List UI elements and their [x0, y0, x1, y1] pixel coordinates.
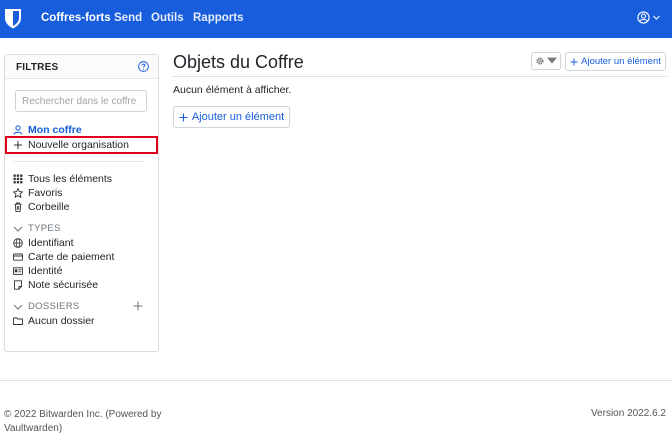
filter-my-vault[interactable]: Mon coffre	[13, 124, 82, 136]
vault-search-input[interactable]	[15, 90, 147, 112]
add-item-label: Ajouter un élément	[191, 111, 285, 123]
filter-all-items-label: Tous les éléments	[28, 173, 113, 185]
page-title: Objets du Coffre	[173, 52, 304, 72]
filter-type-secure-note[interactable]: Note sécurisée	[13, 279, 98, 291]
filter-type-card-label: Carte de paiement	[28, 251, 115, 263]
globe-icon	[13, 238, 23, 248]
add-folder-plus-icon[interactable]	[133, 301, 143, 311]
account-menu[interactable]	[637, 11, 660, 24]
filter-my-vault-label: Mon coffre	[28, 124, 82, 136]
gear-icon	[536, 57, 544, 65]
filter-type-identity[interactable]: Identité	[13, 265, 62, 277]
add-item-top-button[interactable]: Ajouter un élément	[565, 52, 666, 71]
filter-no-folder[interactable]: Aucun dossier	[13, 315, 95, 327]
plus-icon	[570, 58, 578, 65]
filter-no-folder-label: Aucun dossier	[28, 315, 95, 327]
folder-icon	[13, 317, 23, 325]
credit-card-icon	[13, 253, 23, 261]
filter-type-login[interactable]: Identifiant	[13, 237, 74, 249]
filter-favorites[interactable]: Favoris	[13, 187, 62, 199]
filters-divider	[13, 161, 143, 162]
title-divider	[172, 76, 667, 77]
nav-tools[interactable]: Outils	[151, 12, 184, 24]
filter-type-card[interactable]: Carte de paiement	[13, 251, 114, 263]
filters-header: FILTRES	[5, 55, 158, 79]
nav-reports[interactable]: Rapports	[193, 12, 243, 24]
filter-trash-label: Corbeille	[28, 201, 70, 213]
empty-state-message: Aucun élément à afficher.	[173, 84, 292, 96]
account-circle-icon	[637, 11, 650, 24]
vault-options-button[interactable]	[531, 52, 561, 70]
footer-version: Version 2022.6.2	[590, 408, 666, 419]
id-card-icon	[13, 267, 23, 275]
chevron-down-icon	[653, 15, 660, 20]
filters-title: FILTRES	[16, 62, 59, 73]
folders-group-label: DOSSIERS	[28, 301, 80, 312]
types-group-label: TYPES	[28, 223, 61, 234]
note-icon	[14, 280, 22, 290]
filter-type-login-label: Identifiant	[28, 237, 74, 249]
chevron-down-icon	[13, 226, 23, 232]
filter-trash[interactable]: Corbeille	[13, 201, 69, 213]
filter-type-secure-note-label: Note sécurisée	[28, 279, 99, 291]
folders-group-header[interactable]: DOSSIERS	[13, 301, 80, 312]
highlight-box	[5, 136, 158, 154]
filter-favorites-label: Favoris	[28, 187, 63, 199]
filter-type-identity-label: Identité	[28, 265, 63, 277]
types-group-header[interactable]: TYPES	[13, 223, 61, 234]
plus-icon	[179, 113, 188, 121]
trash-icon	[14, 202, 22, 212]
star-icon	[13, 188, 23, 198]
bitwarden-shield-logo[interactable]	[4, 8, 22, 29]
add-item-button[interactable]: Ajouter un élément	[173, 106, 290, 128]
grid-icon	[13, 174, 23, 184]
add-item-top-label: Ajouter un élément	[581, 56, 661, 67]
footer-divider	[0, 380, 672, 381]
chevron-down-icon	[13, 304, 23, 310]
user-icon	[13, 125, 23, 135]
footer-copyright: © 2022 Bitwarden Inc. (Powered by Vaultw…	[4, 409, 162, 434]
caret-down-icon	[547, 57, 557, 64]
filter-all-items[interactable]: Tous les éléments	[13, 173, 112, 185]
top-navbar: Coffres-forts Send Outils Rapports	[0, 0, 672, 38]
nav-send[interactable]: Send	[114, 12, 142, 24]
nav-vaults[interactable]: Coffres-forts	[41, 12, 111, 24]
help-icon[interactable]	[138, 61, 149, 72]
